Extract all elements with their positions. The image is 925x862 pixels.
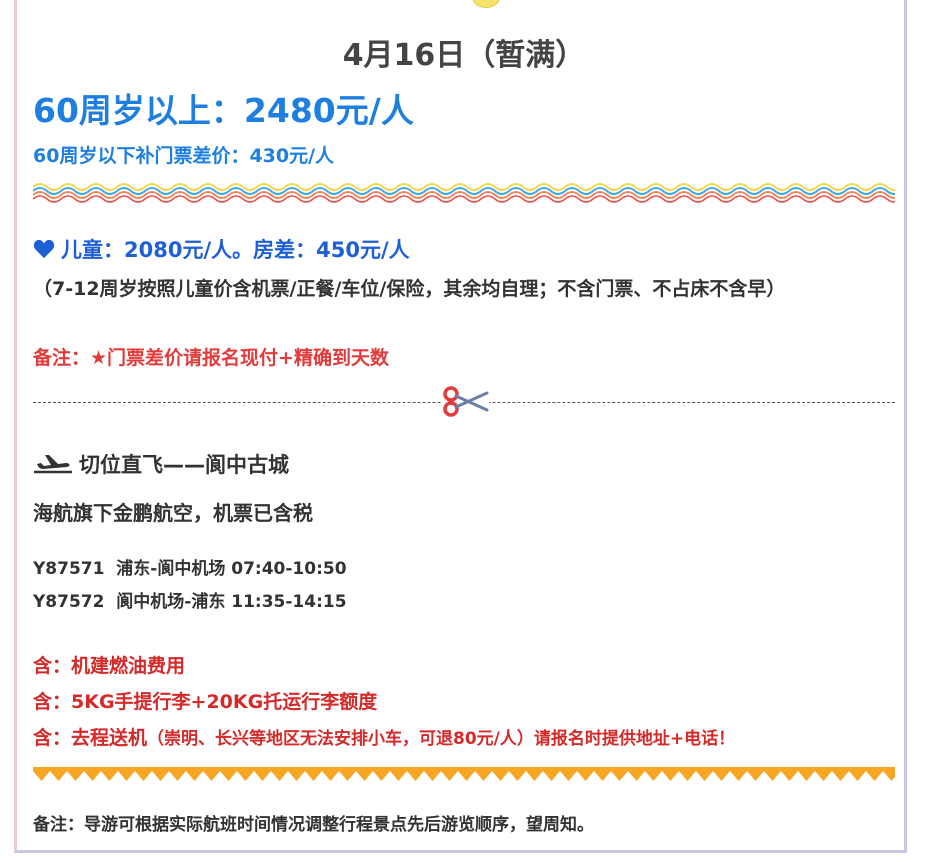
airline-info: 海航旗下金鹏航空，机票已含税 (33, 501, 313, 525)
plane-icon (34, 455, 72, 474)
include-fuel: 含：机建燃油费用 (33, 655, 186, 677)
scissor-divider (33, 384, 895, 418)
ticket-remark: 备注：★门票差价请报名现付+精确到天数 (33, 347, 389, 369)
flight-row-outbound: Y87571 浦东-阆中机场 07:40-10:50 (33, 559, 347, 579)
child-price-line: 儿童：2080元/人。房差：450元/人 (33, 234, 410, 264)
page-title: 4月16日（暂满） (342, 38, 586, 73)
child-note: （7-12周岁按照儿童价含机票/正餐/车位/保险，其余均自理；不含门票、不占床不… (33, 278, 786, 300)
under-60-price: 60周岁以下补门票差价：430元/人 (33, 145, 335, 167)
child-price: 儿童：2080元/人。房差：450元/人 (61, 238, 410, 262)
heart-icon (33, 239, 55, 259)
zigzag-divider (33, 767, 895, 781)
wave-divider (33, 183, 895, 203)
flight-row-return: Y87572 阆中机场-浦东 11:35-14:15 (33, 592, 347, 612)
flight-title: 切位直飞——阆中古城 (79, 453, 289, 477)
sun-icon (472, 0, 500, 8)
include-transfer-main: 含：去程送机 (33, 727, 148, 749)
footer-note: 备注：导游可根据实际航班时间情况调整行程景点先后游览顺序，望周知。 (33, 815, 594, 835)
include-transfer: 含：去程送机（崇明、长兴等地区无法安排小车，可退80元/人）请报名时提供地址+电… (33, 723, 735, 750)
scissors-icon (441, 384, 489, 418)
include-luggage: 含：5KG手提行李+20KG托运行李额度 (33, 691, 378, 713)
senior-price: 60周岁以上：2480元/人 (33, 91, 414, 130)
flight-title-line: 切位直飞——阆中古城 (33, 449, 289, 479)
include-transfer-detail: （崇明、长兴等地区无法安排小车，可退80元/人）请报名时提供地址+电话！ (147, 729, 736, 749)
